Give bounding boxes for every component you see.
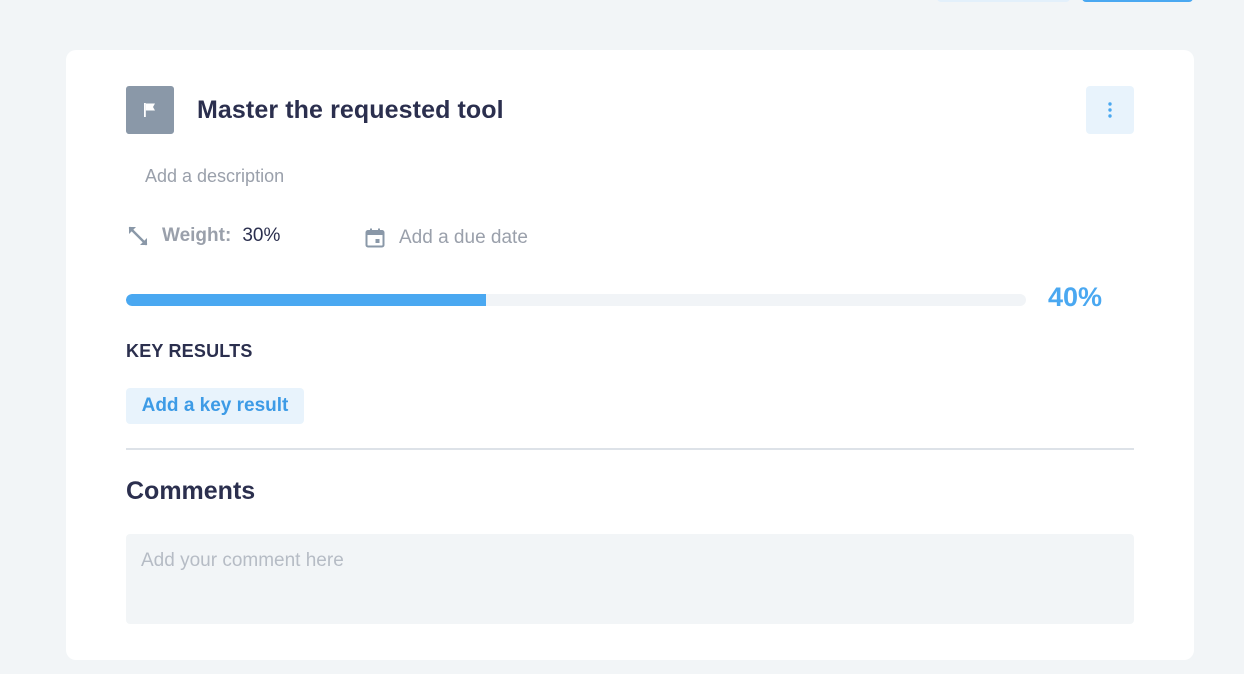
objective-title[interactable]: Master the requested tool <box>197 94 504 126</box>
key-results-heading: KEY RESULTS <box>126 341 253 361</box>
more-options-button[interactable] <box>1086 86 1134 134</box>
flag-icon <box>144 103 155 117</box>
calendar-icon <box>365 228 385 248</box>
add-key-result-button[interactable]: Add a key result <box>126 388 304 424</box>
due-date-field[interactable]: Add a due date <box>364 224 528 252</box>
comment-input[interactable] <box>126 534 1134 624</box>
objective-icon-box <box>126 86 174 134</box>
more-vertical-icon <box>1108 102 1112 118</box>
progress-bar <box>126 294 1026 306</box>
weight-label: Weight: <box>162 225 232 246</box>
due-date-label: Add a due date <box>399 227 528 248</box>
description-field[interactable]: Add a description <box>145 164 284 188</box>
expand-diagonal-icon <box>128 226 148 246</box>
weight-value[interactable]: 30% <box>242 225 280 247</box>
progress-percentage: 40% <box>1048 282 1103 312</box>
objective-card: Master the requested tool Add a descript… <box>66 50 1194 660</box>
comments-heading: Comments <box>126 477 256 505</box>
progress-fill <box>126 294 486 306</box>
header-primary-button[interactable] <box>1082 0 1193 2</box>
header-secondary-button[interactable] <box>937 0 1070 2</box>
weight-field[interactable]: Weight: 30% <box>126 222 280 250</box>
section-divider <box>126 448 1134 450</box>
